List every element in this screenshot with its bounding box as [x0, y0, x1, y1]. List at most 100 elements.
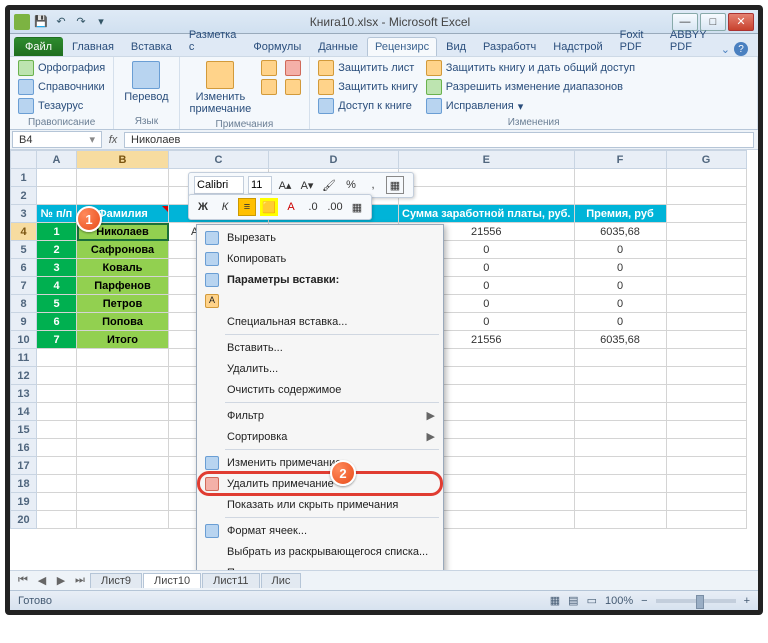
cell-F19[interactable] — [574, 493, 666, 511]
zoom-in[interactable]: + — [744, 595, 750, 607]
row-header-12[interactable]: 12 — [11, 367, 37, 385]
row-header-1[interactable]: 1 — [11, 169, 37, 187]
cell-A11[interactable] — [37, 349, 77, 367]
cell-F2[interactable] — [574, 187, 666, 205]
cell-G19[interactable] — [666, 493, 746, 511]
cell-G5[interactable] — [666, 241, 746, 259]
tab-Надстрой[interactable]: Надстрой — [545, 37, 610, 56]
cell-G7[interactable] — [666, 277, 746, 295]
qat-dropdown[interactable]: ▾ — [92, 13, 110, 31]
ctx-вырезать[interactable]: Вырезать — [199, 227, 441, 248]
allow-ranges[interactable]: Разрешить изменение диапазонов — [424, 78, 637, 96]
name-box[interactable]: B4▾ — [12, 131, 102, 148]
cell-B19[interactable] — [77, 493, 169, 511]
cell-B8[interactable]: Петров — [77, 295, 169, 313]
cell-B14[interactable] — [77, 403, 169, 421]
protect-workbook[interactable]: Защитить книгу — [316, 78, 420, 96]
cell-E1[interactable] — [399, 169, 575, 187]
sheet-nav-last[interactable]: ⏭ — [71, 573, 89, 589]
share-workbook[interactable]: Доступ к книге — [316, 97, 420, 115]
cell-A8[interactable]: 5 — [37, 295, 77, 313]
ctx-копировать[interactable]: Копировать — [199, 248, 441, 269]
cell-A19[interactable] — [37, 493, 77, 511]
cell-A12[interactable] — [37, 367, 77, 385]
tab-file[interactable]: Файл — [14, 37, 63, 56]
cell-F18[interactable] — [574, 475, 666, 493]
zoom-level[interactable]: 100% — [605, 595, 633, 607]
mini-borders[interactable]: ▦ — [386, 176, 404, 194]
cell-G12[interactable] — [666, 367, 746, 385]
ribbon-minimize-icon[interactable]: ⌄ — [721, 43, 730, 56]
cell-A2[interactable] — [37, 187, 77, 205]
cell-G11[interactable] — [666, 349, 746, 367]
col-header-D[interactable]: D — [269, 151, 399, 169]
cell-B10[interactable]: Итого — [77, 331, 169, 349]
mini-bold[interactable]: Ж — [194, 198, 212, 216]
mini-fill-color[interactable]: 🟨 — [260, 198, 278, 216]
next-comment[interactable] — [259, 78, 279, 96]
protect-share[interactable]: Защитить книгу и дать общий доступ — [424, 59, 637, 77]
cell-F12[interactable] — [574, 367, 666, 385]
view-normal-icon[interactable]: ▦ — [550, 594, 560, 607]
prev-comment[interactable] — [259, 59, 279, 77]
sheet-nav-next[interactable]: ▶ — [52, 573, 70, 589]
ctx-изменить-примечание[interactable]: Изменить примечание — [199, 452, 441, 473]
cell-B20[interactable] — [77, 511, 169, 529]
row-header-20[interactable]: 20 — [11, 511, 37, 529]
cell-B11[interactable] — [77, 349, 169, 367]
tab-Foxit PDF[interactable]: Foxit PDF — [612, 25, 661, 56]
ctx-очистить-содержимое[interactable]: Очистить содержимое — [199, 379, 441, 400]
cell-F17[interactable] — [574, 457, 666, 475]
col-header-G[interactable]: G — [666, 151, 746, 169]
cell-G13[interactable] — [666, 385, 746, 403]
sheet-tab-Лист10[interactable]: Лист10 — [143, 573, 201, 588]
row-header-14[interactable]: 14 — [11, 403, 37, 421]
cell-A15[interactable] — [37, 421, 77, 439]
view-layout-icon[interactable]: ▤ — [568, 594, 578, 607]
cell-A3[interactable]: № п/п — [37, 205, 77, 223]
ctx-показать-или-скрыть-примечания[interactable]: Показать или скрыть примечания — [199, 494, 441, 515]
cell-G10[interactable] — [666, 331, 746, 349]
cell-B2[interactable] — [77, 187, 169, 205]
row-header-15[interactable]: 15 — [11, 421, 37, 439]
cell-B9[interactable]: Попова — [77, 313, 169, 331]
sheet-tab-Лист9[interactable]: Лист9 — [90, 573, 142, 588]
cell-F15[interactable] — [574, 421, 666, 439]
ctx-параметры-вставки-[interactable]: Параметры вставки: — [199, 269, 441, 290]
row-header-6[interactable]: 6 — [11, 259, 37, 277]
ctx-paste-option[interactable]: A — [199, 290, 441, 311]
cell-F8[interactable]: 0 — [574, 295, 666, 313]
cell-G17[interactable] — [666, 457, 746, 475]
row-header-19[interactable]: 19 — [11, 493, 37, 511]
row-header-8[interactable]: 8 — [11, 295, 37, 313]
mini-italic[interactable]: К — [216, 198, 234, 216]
cell-E2[interactable] — [399, 187, 575, 205]
cell-F9[interactable]: 0 — [574, 313, 666, 331]
ctx-удалить-примечание[interactable]: Удалить примечание — [199, 473, 441, 494]
cell-A16[interactable] — [37, 439, 77, 457]
col-header-B[interactable]: B — [77, 151, 169, 169]
ctx-выбрать-из-раскрывающегося-списка-[interactable]: Выбрать из раскрывающегося списка... — [199, 541, 441, 562]
cell-B6[interactable]: Коваль — [77, 259, 169, 277]
close-button[interactable]: ✕ — [728, 13, 754, 31]
cell-F14[interactable] — [574, 403, 666, 421]
ctx-формат-ячеек-[interactable]: Формат ячеек... — [199, 520, 441, 541]
fx-icon[interactable]: fx — [104, 134, 122, 146]
show-comment[interactable] — [283, 78, 303, 96]
thesaurus-button[interactable]: Тезаурус — [16, 97, 107, 115]
mini-align[interactable]: ≡ — [238, 198, 256, 216]
protect-sheet[interactable]: Защитить лист — [316, 59, 420, 77]
col-header-C[interactable]: C — [169, 151, 269, 169]
help-icon[interactable]: ? — [734, 42, 748, 56]
qat-save[interactable]: 💾 — [32, 13, 50, 31]
tab-ABBYY PDF[interactable]: ABBYY PDF — [662, 25, 720, 56]
cell-F16[interactable] — [574, 439, 666, 457]
cell-G15[interactable] — [666, 421, 746, 439]
cell-A4[interactable]: 1 — [37, 223, 77, 241]
cell-B18[interactable] — [77, 475, 169, 493]
cell-B13[interactable] — [77, 385, 169, 403]
cell-G6[interactable] — [666, 259, 746, 277]
cell-B12[interactable] — [77, 367, 169, 385]
cell-G2[interactable] — [666, 187, 746, 205]
mini-font[interactable] — [194, 176, 244, 194]
